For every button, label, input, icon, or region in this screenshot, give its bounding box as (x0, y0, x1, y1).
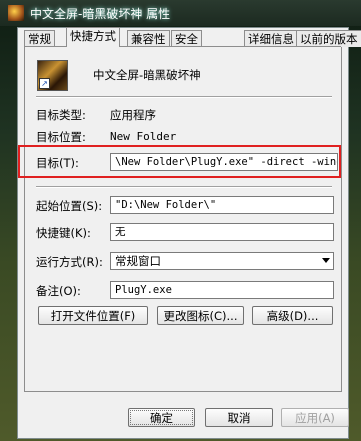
divider (36, 186, 332, 188)
start-in-label: 起始位置(S): (36, 199, 103, 213)
cancel-button[interactable]: 取消 (205, 408, 273, 427)
open-location-button[interactable]: 打开文件位置(F) (38, 306, 148, 325)
hotkey-label: 快捷键(K): (36, 226, 91, 240)
game-shortcut-icon: ↗ (37, 60, 68, 91)
ok-button[interactable]: 确定 (128, 408, 195, 427)
change-icon-button[interactable]: 更改图标(C)... (157, 306, 244, 325)
game-app-icon (8, 5, 24, 21)
target-input[interactable]: \New Folder\PlugY.exe" -direct -windows (110, 153, 338, 171)
chevron-down-icon[interactable] (322, 258, 330, 263)
apply-button[interactable]: 应用(A) (281, 408, 349, 427)
tab-shortcut[interactable]: 快捷方式 (66, 27, 120, 47)
run-select-value: 常规窗口 (115, 254, 161, 268)
comment-label: 备注(O): (36, 284, 81, 298)
window-title: 中文全屏-暗黑破坏神 属性 (30, 7, 171, 21)
comment-input[interactable]: PlugY.exe (110, 281, 334, 299)
advanced-button[interactable]: 高级(D)... (252, 306, 333, 325)
target-location-value: New Folder (110, 130, 177, 143)
target-type-label: 目标类型: (36, 108, 86, 122)
run-label: 运行方式(R): (36, 255, 103, 269)
target-label: 目标(T): (36, 156, 79, 170)
tab-security[interactable]: 安全 (171, 30, 202, 47)
shortcut-name: 中文全屏-暗黑破坏神 (93, 68, 201, 82)
tab-content (24, 47, 342, 392)
window-titlebar[interactable]: 中文全屏-暗黑破坏神 属性 (0, 0, 361, 26)
target-location-label: 目标位置: (36, 130, 86, 144)
run-select[interactable]: 常规窗口 (110, 252, 334, 270)
tab-previous-versions[interactable]: 以前的版本 (296, 30, 361, 47)
tab-details[interactable]: 详细信息 (244, 30, 298, 47)
hotkey-input[interactable]: 无 (110, 223, 334, 241)
start-in-input[interactable]: "D:\New Folder\" (110, 196, 334, 214)
tab-general[interactable]: 常规 (24, 30, 55, 47)
tab-compatibility[interactable]: 兼容性 (127, 30, 170, 47)
divider (36, 96, 332, 98)
target-type-value: 应用程序 (110, 108, 156, 122)
